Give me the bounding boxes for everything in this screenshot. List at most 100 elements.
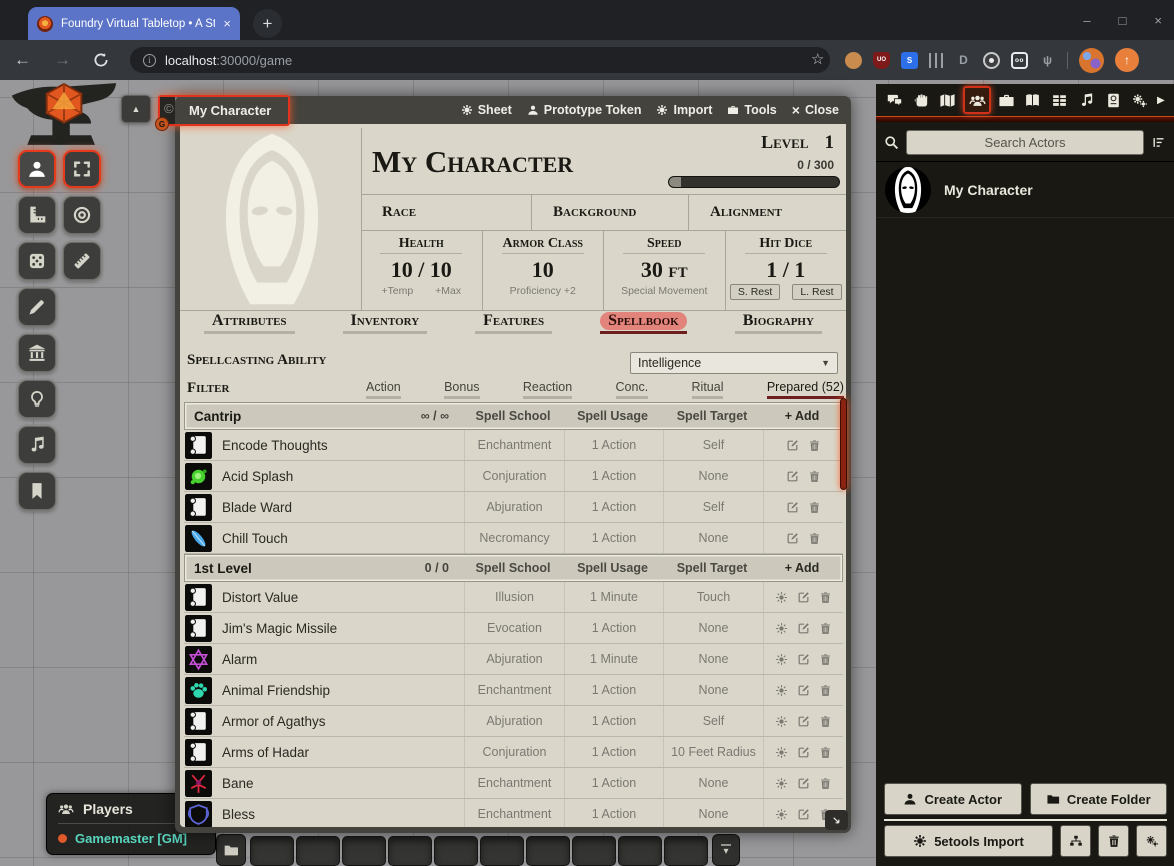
back-button[interactable]: ←: [14, 49, 31, 71]
spell-name[interactable]: Distort Value: [222, 590, 298, 605]
address-bar[interactable]: i localhost:30000/game: [130, 47, 830, 73]
stat-armor-class[interactable]: Armor Class 10 Proficiency +2: [482, 231, 604, 310]
resize-handle[interactable]: [825, 810, 848, 830]
prepare-spell-icon[interactable]: [775, 684, 788, 697]
scene-control-target[interactable]: [63, 196, 101, 234]
sidebar-tab-combat[interactable]: [910, 87, 933, 113]
macro-folder-button[interactable]: [216, 834, 246, 866]
tab-biography[interactable]: Biography: [735, 312, 822, 334]
macro-slot[interactable]: [388, 836, 432, 866]
edit-spell-icon[interactable]: [786, 532, 799, 545]
sidebar-tab-chat[interactable]: [883, 87, 906, 113]
tab-inventory[interactable]: Inventory: [343, 312, 428, 334]
delete-spell-icon[interactable]: [819, 684, 832, 697]
macro-slot[interactable]: [526, 836, 570, 866]
macro-slot[interactable]: [434, 836, 478, 866]
stat-sub-label[interactable]: Special Movement: [621, 285, 707, 297]
spell-row[interactable]: Chill Touch Necromancy 1 Action None: [184, 523, 843, 554]
edit-spell-icon[interactable]: [797, 746, 810, 759]
edit-spell-icon[interactable]: [786, 470, 799, 483]
minimize-button[interactable]: –: [1083, 13, 1090, 28]
character-name[interactable]: My Character: [372, 144, 573, 180]
spell-name[interactable]: Blade Ward: [222, 500, 292, 515]
site-info-icon[interactable]: i: [143, 54, 156, 67]
stat-value[interactable]: 10 / 10: [391, 257, 452, 283]
scene-control-dice[interactable]: [18, 242, 56, 280]
macro-slot[interactable]: [664, 836, 708, 866]
add-spell-button[interactable]: + Add: [762, 561, 842, 575]
prototype-token-button[interactable]: Prototype Token: [527, 103, 642, 117]
edit-spell-icon[interactable]: [797, 808, 810, 821]
edit-spell-icon[interactable]: [797, 684, 810, 697]
stat-sub-label[interactable]: +Max: [435, 285, 461, 297]
sidebar-tab-items[interactable]: [995, 87, 1018, 113]
lens-extension-icon[interactable]: [983, 52, 1000, 69]
tab-close-icon[interactable]: ×: [223, 16, 231, 31]
sliders-extension-icon[interactable]: [929, 53, 944, 68]
ublock-extension-icon[interactable]: UO: [873, 52, 890, 69]
stylus-extension-icon[interactable]: S: [901, 52, 918, 69]
maximize-button[interactable]: □: [1119, 13, 1127, 28]
spell-row[interactable]: Distort Value Illusion 1 Minute Touch: [184, 582, 843, 613]
stat-sub-label[interactable]: +Temp: [381, 285, 413, 297]
scene-control-draw[interactable]: [18, 288, 56, 326]
delete-spell-icon[interactable]: [808, 470, 821, 483]
create-folder-button[interactable]: Create Folder: [1030, 783, 1168, 815]
close-button[interactable]: ×Close: [792, 103, 839, 117]
prepare-spell-icon[interactable]: [775, 715, 788, 728]
sidebar-tab-journal[interactable]: [1021, 87, 1044, 113]
forward-button[interactable]: →: [54, 49, 71, 71]
character-portrait[interactable]: [182, 128, 361, 310]
spell-row[interactable]: Armor of Agathys Abjuration 1 Action Sel…: [184, 706, 843, 737]
spell-name[interactable]: Alarm: [222, 652, 257, 667]
create-actor-button[interactable]: Create Actor: [884, 783, 1022, 815]
collapse-controls-button[interactable]: ▲: [121, 95, 151, 123]
stat-value[interactable]: 10: [532, 257, 554, 283]
edit-spell-icon[interactable]: [797, 777, 810, 790]
spell-name[interactable]: Animal Friendship: [222, 683, 330, 698]
filter-reaction[interactable]: Reaction: [523, 380, 572, 399]
spell-name[interactable]: Arms of Hadar: [222, 745, 309, 760]
5etools-import-button[interactable]: 5etools Import: [884, 825, 1053, 857]
prepare-spell-icon[interactable]: [775, 777, 788, 790]
game-canvas[interactable]: ▲ Players ▾ Gamemaster [GM] ▾ My Charact…: [0, 80, 1174, 866]
tab-features[interactable]: Features: [475, 312, 552, 334]
filter-conc-[interactable]: Conc.: [616, 380, 649, 399]
macro-slot[interactable]: [296, 836, 340, 866]
sort-icon[interactable]: [1151, 135, 1166, 150]
macro-slot[interactable]: [572, 836, 616, 866]
spell-row[interactable]: Alarm Abjuration 1 Minute None: [184, 644, 843, 675]
delete-spell-icon[interactable]: [808, 439, 821, 452]
folder-tree-button[interactable]: [1060, 825, 1091, 857]
prepare-spell-icon[interactable]: [775, 622, 788, 635]
scene-control-sounds[interactable]: [18, 426, 56, 464]
spell-row[interactable]: Animal Friendship Enchantment 1 Action N…: [184, 675, 843, 706]
scene-control-token[interactable]: [18, 150, 56, 188]
reload-button[interactable]: [92, 51, 110, 69]
sidebar-tab-scenes[interactable]: [936, 87, 959, 113]
scene-nav-highlight[interactable]: © G: [158, 95, 290, 126]
cookie-extension-icon[interactable]: [845, 52, 862, 69]
prepare-spell-icon[interactable]: [775, 591, 788, 604]
stat-hit-dice[interactable]: Hit Dice 1 / 1 S. RestL. Rest: [725, 231, 847, 310]
filter-ritual[interactable]: Ritual: [692, 380, 724, 399]
filter-bonus[interactable]: Bonus: [444, 380, 479, 399]
spell-slots-value[interactable]: 0 / 0: [425, 561, 449, 575]
spell-row[interactable]: Blade Ward Abjuration 1 Action Self: [184, 492, 843, 523]
macro-slot[interactable]: [250, 836, 294, 866]
container-extension-icon[interactable]: oo: [1011, 52, 1028, 69]
macro-slot[interactable]: [618, 836, 662, 866]
edit-spell-icon[interactable]: [797, 591, 810, 604]
scene-control-select[interactable]: [63, 150, 101, 188]
sidebar-tab-tables[interactable]: [1048, 87, 1071, 113]
scene-control-ruler[interactable]: [63, 242, 101, 280]
sidebar-tab-settings[interactable]: [1128, 87, 1151, 113]
new-tab-button[interactable]: +: [253, 9, 282, 38]
spell-row[interactable]: Bane Enchantment 1 Action None: [184, 768, 843, 799]
add-spell-button[interactable]: + Add: [762, 409, 842, 423]
delete-spell-icon[interactable]: [819, 746, 832, 759]
sidebar-tab-playlists[interactable]: [1075, 87, 1098, 113]
stat-value[interactable]: 1 / 1: [766, 257, 805, 283]
bookmark-star-icon[interactable]: ☆: [811, 50, 824, 68]
claw-extension-icon[interactable]: ψ: [1039, 52, 1056, 69]
